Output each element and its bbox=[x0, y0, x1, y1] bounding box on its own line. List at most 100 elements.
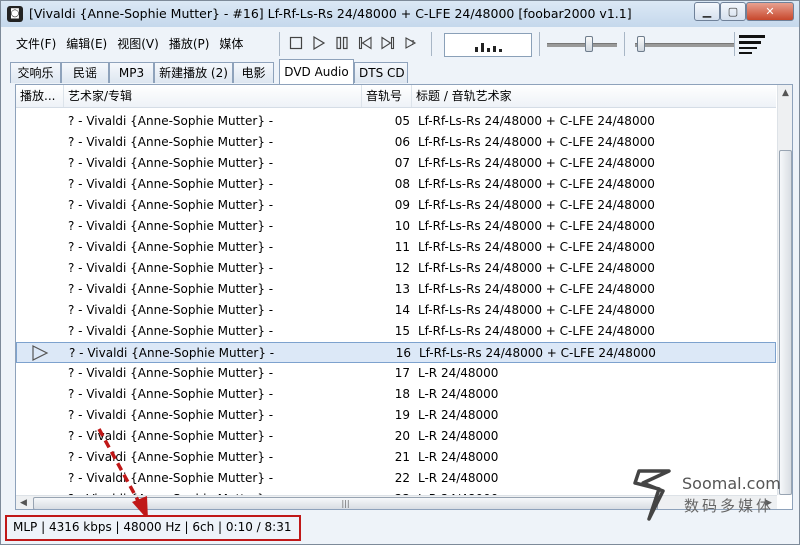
table-row[interactable]: ? - Vivaldi {Anne-Sophie Mutter} - 12 Lf-R… bbox=[16, 258, 776, 279]
scroll-left-arrow[interactable]: ◀ bbox=[16, 495, 31, 509]
row-track-number: 10 bbox=[394, 219, 410, 233]
table-row[interactable]: ? - Vivaldi {Anne-Sophie Mutter} - 16 Lf-R… bbox=[16, 342, 776, 363]
table-row[interactable]: ? - Vivaldi {Anne-Sophie Mutter} - 09 Lf-R… bbox=[16, 195, 776, 216]
row-title: L-R 24/48000 bbox=[418, 366, 499, 380]
table-row[interactable]: ? - Vivaldi {Anne-Sophie Mutter} - 07 Lf-R… bbox=[16, 153, 776, 174]
maximize-button[interactable]: ▢ bbox=[720, 2, 746, 21]
toolbar-separator bbox=[279, 32, 280, 56]
tab-new-playlist[interactable]: 新建播放 (2) bbox=[154, 62, 233, 83]
row-artist-album: ? - Vivaldi {Anne-Sophie Mutter} - bbox=[68, 408, 274, 422]
menu-edit[interactable]: 编辑(E) bbox=[61, 33, 112, 55]
row-track-number: 14 bbox=[394, 303, 410, 317]
row-track-number: 18 bbox=[394, 387, 410, 401]
seek-bar[interactable] bbox=[635, 43, 735, 47]
vertical-scrollbar[interactable]: ▲ bbox=[777, 85, 792, 495]
row-title: L-R 24/48000 bbox=[418, 429, 499, 443]
row-artist-album: ? - Vivaldi {Anne-Sophie Mutter} - bbox=[68, 303, 274, 317]
row-artist-album: ? - Vivaldi {Anne-Sophie Mutter} - bbox=[68, 219, 274, 233]
row-title: Lf-Rf-Ls-Rs 24/48000 + C-LFE 24/48000 bbox=[418, 156, 655, 170]
scroll-up-arrow[interactable]: ▲ bbox=[778, 85, 792, 101]
tab-mp3[interactable]: MP3 bbox=[109, 62, 154, 83]
row-track-number: 21 bbox=[394, 450, 410, 464]
menu-playback[interactable]: 播放(P) bbox=[164, 33, 215, 55]
table-row[interactable]: ? - Vivaldi {Anne-Sophie Mutter} - 05 Lf-R… bbox=[16, 111, 776, 132]
row-track-number: 06 bbox=[394, 135, 410, 149]
window-title: [Vivaldi {Anne-Sophie Mutter} - #16] Lf-… bbox=[29, 6, 632, 21]
row-artist-album: ? - Vivaldi {Anne-Sophie Mutter} - bbox=[68, 135, 274, 149]
tab-movies[interactable]: 电影 bbox=[233, 62, 274, 83]
row-artist-album: ? - Vivaldi {Anne-Sophie Mutter} - bbox=[68, 114, 274, 128]
toolbar: 文件(F) 编辑(E) 视图(V) 播放(P) 媒体 ? bbox=[7, 29, 795, 59]
table-row[interactable]: ? - Vivaldi {Anne-Sophie Mutter} - 08 Lf-R… bbox=[16, 174, 776, 195]
row-track-number: 16 bbox=[395, 346, 411, 360]
playlist-header: 播放... 艺术家/专辑 音轨号 标题 / 音轨艺术家 bbox=[16, 85, 776, 108]
row-title: Lf-Rf-Ls-Rs 24/48000 + C-LFE 24/48000 bbox=[418, 135, 655, 149]
column-artist-album[interactable]: 艺术家/专辑 bbox=[64, 85, 362, 107]
row-title: Lf-Rf-Ls-Rs 24/48000 + C-LFE 24/48000 bbox=[418, 261, 655, 275]
spectrum-visualization bbox=[444, 33, 532, 57]
table-row[interactable]: ? - Vivaldi {Anne-Sophie Mutter} - 10 Lf-R… bbox=[16, 216, 776, 237]
spectrum-bar bbox=[487, 48, 490, 52]
pause-icon[interactable] bbox=[334, 35, 350, 51]
toolbar-separator bbox=[624, 32, 625, 56]
row-artist-album: ? - Vivaldi {Anne-Sophie Mutter} - bbox=[68, 282, 274, 296]
tab-symphony[interactable]: 交响乐 bbox=[10, 62, 61, 83]
foobar-icon[interactable]: ◙ bbox=[7, 6, 23, 22]
table-row[interactable]: ? - Vivaldi {Anne-Sophie Mutter} - 06 Lf-R… bbox=[16, 132, 776, 153]
title-bar: ◙ [Vivaldi {Anne-Sophie Mutter} - #16] L… bbox=[1, 1, 799, 27]
row-artist-album: ? - Vivaldi {Anne-Sophie Mutter} - bbox=[68, 198, 274, 212]
row-track-number: 08 bbox=[394, 177, 410, 191]
column-playing[interactable]: 播放... bbox=[16, 85, 64, 107]
row-artist-album: ? - Vivaldi {Anne-Sophie Mutter} - bbox=[68, 366, 274, 380]
menu-file[interactable]: 文件(F) bbox=[11, 33, 61, 55]
toolbar-separator bbox=[734, 32, 735, 56]
watermark-subtitle: 数码多媒体 bbox=[684, 497, 775, 515]
next-icon[interactable] bbox=[380, 35, 396, 51]
toolbar-separator bbox=[431, 32, 432, 56]
row-title: L-R 24/48000 bbox=[418, 471, 499, 485]
row-artist-album: ? - Vivaldi {Anne-Sophie Mutter} - bbox=[68, 387, 274, 401]
volume-slider[interactable] bbox=[547, 43, 617, 47]
now-playing-icon bbox=[31, 345, 49, 361]
menu-library[interactable]: 媒体 bbox=[214, 33, 248, 55]
row-track-number: 19 bbox=[394, 408, 410, 422]
menu-view[interactable]: 视图(V) bbox=[112, 33, 164, 55]
minimize-button[interactable]: ▁ bbox=[694, 2, 720, 21]
watermark-site: Soomal.com bbox=[682, 474, 781, 493]
status-highlight-box: MLP | 4316 kbps | 48000 Hz | 6ch | 0:10 … bbox=[5, 515, 301, 541]
seek-bar-handle[interactable] bbox=[637, 36, 645, 52]
column-title-artist[interactable]: 标题 / 音轨艺术家 bbox=[412, 85, 776, 107]
play-icon[interactable] bbox=[311, 35, 327, 51]
row-track-number: 15 bbox=[394, 324, 410, 338]
annotation-arrow bbox=[97, 428, 148, 520]
spectrum-bar bbox=[493, 46, 496, 52]
row-track-number: 09 bbox=[394, 198, 410, 212]
row-title: Lf-Rf-Ls-Rs 24/48000 + C-LFE 24/48000 bbox=[418, 114, 655, 128]
tab-dts-cd[interactable]: DTS CD bbox=[354, 62, 408, 83]
table-row[interactable]: ? - Vivaldi {Anne-Sophie Mutter} - 11 Lf-R… bbox=[16, 237, 776, 258]
row-title: Lf-Rf-Ls-Rs 24/48000 + C-LFE 24/48000 bbox=[418, 198, 655, 212]
row-title: Lf-Rf-Ls-Rs 24/48000 + C-LFE 24/48000 bbox=[419, 346, 656, 360]
row-title: Lf-Rf-Ls-Rs 24/48000 + C-LFE 24/48000 bbox=[418, 219, 655, 233]
table-row[interactable]: ? - Vivaldi {Anne-Sophie Mutter} - 19 L-R … bbox=[16, 405, 776, 426]
svg-text:?: ? bbox=[411, 39, 415, 47]
table-row[interactable]: ? - Vivaldi {Anne-Sophie Mutter} - 15 Lf-R… bbox=[16, 321, 776, 342]
table-row[interactable]: ? - Vivaldi {Anne-Sophie Mutter} - 13 Lf-R… bbox=[16, 279, 776, 300]
tab-folk[interactable]: 民谣 bbox=[61, 62, 109, 83]
vertical-scroll-thumb[interactable] bbox=[779, 150, 792, 495]
status-text: MLP | 4316 kbps | 48000 Hz | 6ch | 0:10 … bbox=[13, 520, 292, 534]
row-artist-album: ? - Vivaldi {Anne-Sophie Mutter} - bbox=[68, 156, 274, 170]
toolbar-separator bbox=[539, 32, 540, 56]
column-track-number[interactable]: 音轨号 bbox=[362, 85, 412, 107]
table-row[interactable]: ? - Vivaldi {Anne-Sophie Mutter} - 14 Lf-R… bbox=[16, 300, 776, 321]
volume-slider-handle[interactable] bbox=[585, 36, 593, 52]
playlist-menu-icon[interactable] bbox=[739, 31, 769, 57]
stop-icon[interactable] bbox=[288, 35, 304, 51]
row-track-number: 05 bbox=[394, 114, 410, 128]
table-row[interactable]: ? - Vivaldi {Anne-Sophie Mutter} - 18 L-R … bbox=[16, 384, 776, 405]
tab-dvd-audio[interactable]: DVD Audio bbox=[279, 59, 354, 84]
close-button[interactable]: ✕ bbox=[746, 2, 794, 21]
table-row[interactable]: ? - Vivaldi {Anne-Sophie Mutter} - 17 L-R … bbox=[16, 363, 776, 384]
previous-icon[interactable] bbox=[357, 35, 373, 51]
random-icon[interactable]: ? bbox=[403, 35, 419, 51]
